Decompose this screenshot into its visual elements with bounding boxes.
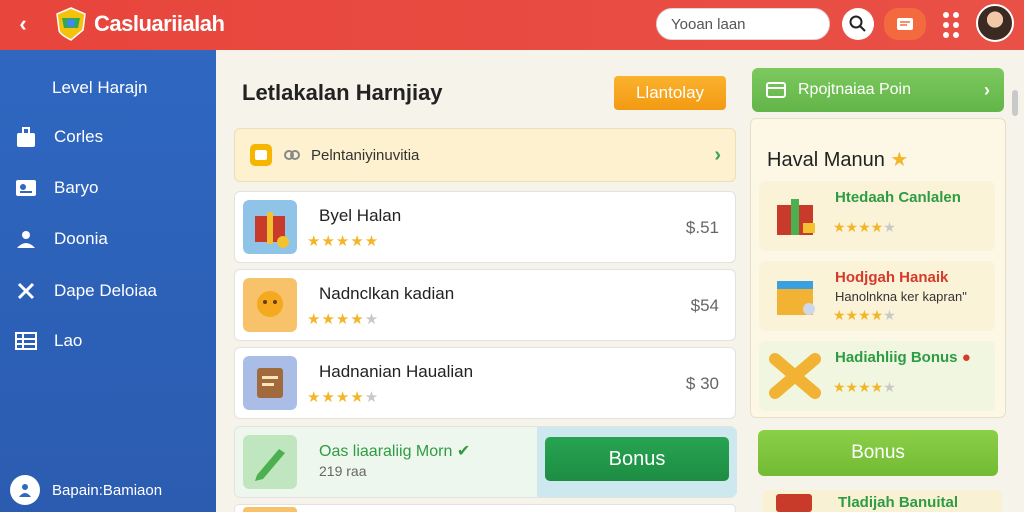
item-price: $.51 (685, 218, 719, 237)
reward-item[interactable]: Hadiahliig Bonus ● ★★★★★ (759, 341, 995, 411)
link-icon (284, 150, 300, 160)
item-name: Nadnclkan kadian (319, 284, 455, 303)
bonus-button-container: Bonus (537, 427, 737, 497)
sidebar-item-label: Corles (54, 127, 104, 146)
page-title: Letlakalan Harnjiay (242, 80, 443, 105)
reward-item[interactable]: Hodjgah Hanaik Hanolnkna ker kapran" ★★★… (759, 261, 995, 331)
points-button[interactable]: Rpojtnaiaa Poin › (752, 68, 1004, 112)
search-input[interactable] (656, 8, 830, 40)
sidebar-item-lao[interactable]: Lao (14, 326, 82, 356)
bag-icon (14, 125, 38, 149)
reward-name: Htedaah Canlalen (835, 189, 961, 206)
star-icon: ★ (890, 149, 909, 171)
item-name: Hadnanian Haualian (319, 362, 474, 381)
document-icon (243, 356, 297, 410)
menu-grid-icon[interactable] (942, 12, 960, 38)
rating-stars: ★★★★★ (307, 389, 380, 406)
reward-name: Tladijah Banuital (838, 494, 959, 511)
rewards-title: Haval Manun ★ (767, 149, 909, 171)
person-icon (14, 227, 38, 251)
right-panel: Rpojtnaiaa Poin › Haval Manun ★ Htedaah … (750, 58, 1006, 512)
gift-box-icon (777, 281, 815, 315)
bonus-row[interactable]: Oas liaaraliig Morn ✔ 219 raa Bonus (234, 426, 737, 498)
sidebar-item-doonia[interactable]: Doonia (14, 224, 108, 254)
card-icon (766, 82, 786, 98)
reward-item[interactable]: Htedaah Canlalen ★★★★★ (759, 181, 995, 251)
reward-item[interactable]: Tladijah Banuital (762, 490, 1002, 512)
rating-stars: ★★★★★ (307, 311, 380, 328)
wallet-icon (250, 144, 272, 166)
sidebar-item-baryo[interactable]: Baryo (14, 173, 98, 203)
sidebar-item-label: Lao (54, 331, 83, 350)
character-icon (243, 278, 297, 332)
gift-box-icon (243, 200, 297, 254)
item-price: $ 30 (685, 374, 719, 393)
search-icon[interactable] (842, 8, 874, 40)
chevron-right-icon[interactable]: › (714, 144, 721, 167)
sidebar-item-label: Doonia (54, 229, 108, 248)
reward-description: Hanolnkna ker kapran" (835, 289, 967, 304)
bonus-star-icon (769, 353, 821, 399)
back-arrow-icon[interactable]: ‹ (10, 11, 36, 37)
rewards-bonus-button[interactable]: Bonus (758, 430, 998, 476)
sidebar: Level Harajn Corles Baryo Doonia Dape De… (0, 50, 216, 512)
avatar[interactable] (976, 4, 1014, 42)
rating-stars: ★★★★★ (307, 233, 380, 250)
item-thumbnail (243, 507, 297, 512)
sidebar-footer[interactable]: Bapain:Bamiaon (10, 475, 162, 505)
notice-banner[interactable]: Pelntaniyinuvitia › (234, 128, 736, 182)
profile-icon (10, 475, 40, 505)
reward-name: Hodjgah Hanaik (835, 269, 949, 286)
primary-button[interactable]: Llantolay (614, 76, 726, 110)
app-logo-icon (56, 7, 86, 41)
rating-stars: ★★★★★ (833, 379, 896, 395)
item-name: Byel Halan (319, 206, 402, 225)
sidebar-item-label: Dape Deloiaa (54, 281, 158, 300)
sidebar-item-label: Baryo (54, 178, 99, 197)
verified-check-icon: ✔ (456, 443, 471, 460)
points-button-label: Rpojtnaiaa Poin (798, 81, 911, 98)
close-icon (14, 279, 38, 303)
table-icon (14, 329, 38, 353)
app-title: Casluariialah (94, 11, 225, 36)
list-item[interactable] (234, 504, 736, 512)
sidebar-item-corles[interactable]: Corles (14, 122, 103, 152)
gift-box-icon (776, 494, 812, 512)
rating-stars: ★★★★★ (833, 219, 896, 235)
main-panel: Letlakalan Harnjiay Llantolay Pelntaniyi… (222, 58, 744, 512)
id-card-icon (14, 176, 38, 200)
pen-icon (243, 435, 297, 489)
top-bar: ‹ Casluariialah (0, 0, 1024, 50)
rating-stars: ★★★★★ (833, 307, 896, 323)
notice-text: Pelntaniyinuvitia (311, 146, 420, 164)
list-item[interactable]: Byel Halan ★★★★★ $.51 (234, 191, 736, 263)
sidebar-item-dape-deloiaa[interactable]: Dape Deloiaa (14, 276, 157, 306)
gift-box-icon (777, 199, 815, 235)
bonus-button[interactable]: Bonus (545, 437, 729, 481)
rewards-card: Haval Manun ★ Htedaah Canlalen ★★★★★ Hod… (750, 118, 1006, 418)
list-item[interactable]: Nadnclkan kadian ★★★★★ $54 (234, 269, 736, 341)
sidebar-heading: Level Harajn (52, 78, 148, 97)
item-price: $54 (690, 296, 719, 315)
bonus-name: Oas liaaraliig Morn ✔ (319, 443, 471, 460)
message-icon (897, 18, 913, 30)
sidebar-footer-label: Bapain:Bamiaon (52, 481, 163, 499)
badge-icon: ● (961, 349, 971, 366)
list-item[interactable]: Hadnanian Haualian ★★★★★ $ 30 (234, 347, 736, 419)
bonus-subtext: 219 raa (319, 463, 367, 479)
scrollbar[interactable] (1012, 90, 1018, 116)
reward-name: Hadiahliig Bonus ● (835, 349, 971, 366)
message-button[interactable] (884, 8, 926, 40)
chevron-right-icon: › (984, 79, 990, 100)
